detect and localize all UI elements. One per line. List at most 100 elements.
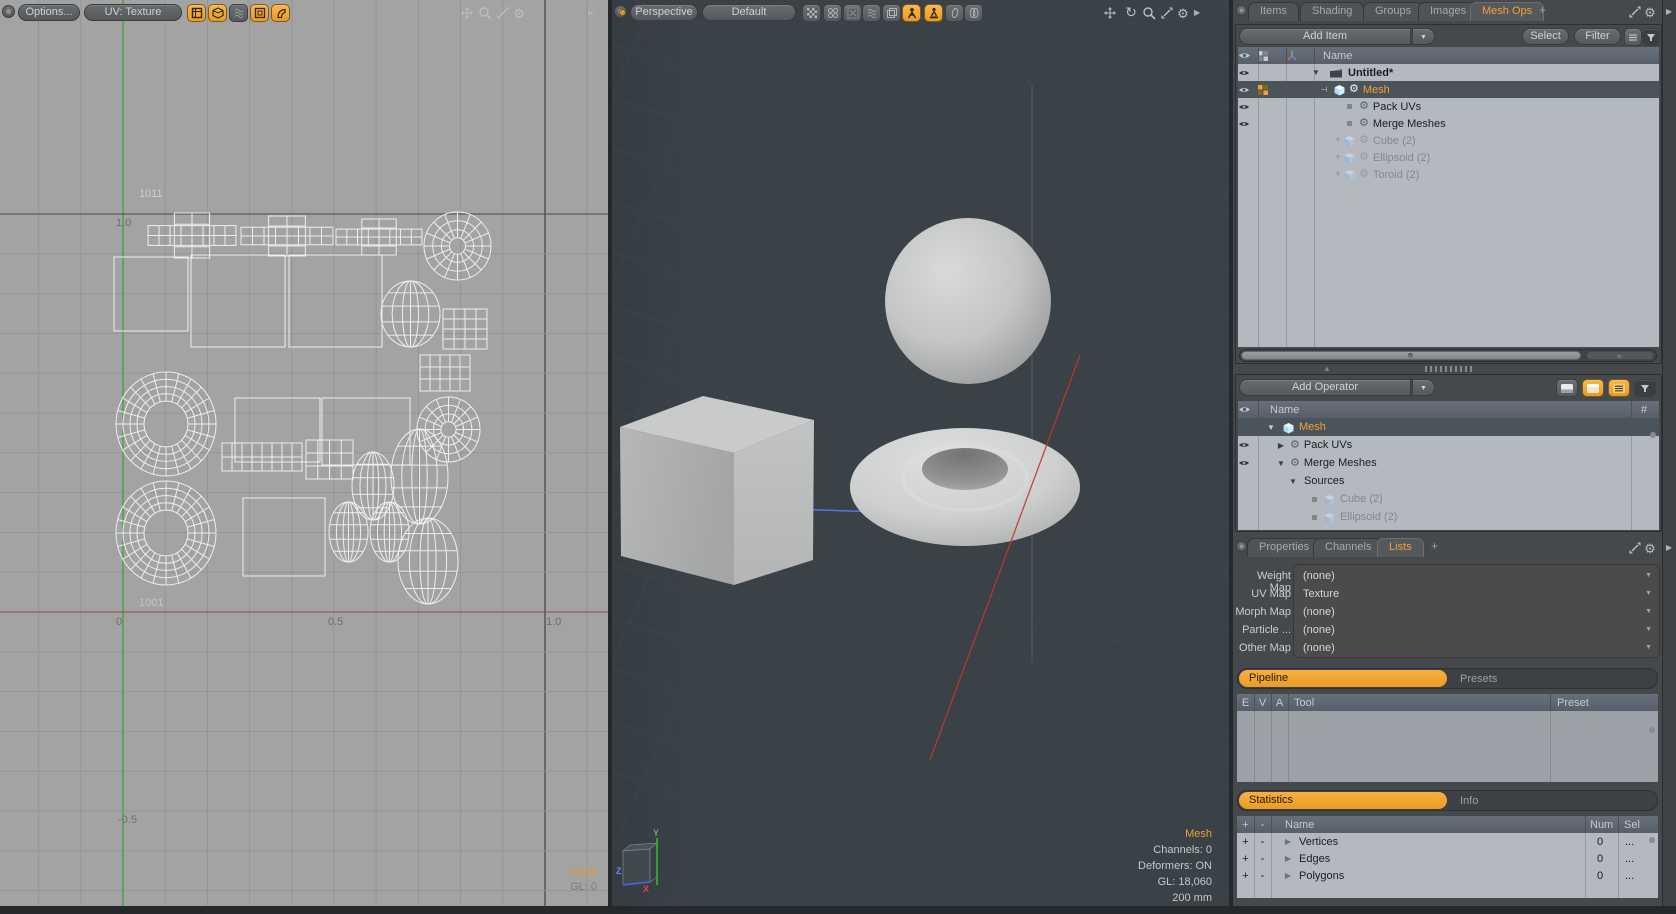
viewport-settings-gear-icon[interactable]: ⚙ — [1174, 4, 1192, 22]
op-row-cube[interactable]: Cube (2) — [1238, 490, 1659, 508]
uv-mode-dropdown[interactable]: UV: Texture — [84, 4, 182, 21]
tab-channels[interactable]: Channels — [1313, 538, 1383, 557]
sidebar-menu-button[interactable] — [1236, 5, 1247, 16]
uv-island[interactable] — [222, 443, 302, 471]
splitter-arrow-icon[interactable]: ▲ — [1323, 364, 1331, 373]
stat-expand-button[interactable]: + — [1237, 870, 1254, 882]
lens-shape-icon[interactable] — [945, 4, 964, 22]
tab-properties[interactable]: Properties — [1247, 538, 1321, 557]
ghost-layers-icon[interactable] — [882, 4, 901, 22]
expand-plus-icon[interactable]: + — [1333, 169, 1343, 180]
strip-flyout-arrow-icon[interactable]: ▶ — [1666, 7, 1672, 16]
vscroll-nub[interactable] — [1649, 727, 1655, 733]
render-check-icon[interactable] — [1258, 85, 1286, 95]
cube-object[interactable] — [620, 396, 814, 585]
viewport-zoom-icon[interactable] — [1140, 4, 1158, 22]
uv-settings-gear-icon[interactable]: ⚙ — [510, 4, 528, 22]
other-map-value[interactable]: (none) — [1303, 642, 1335, 654]
tab-groups[interactable]: Groups — [1363, 2, 1423, 21]
eye-icon[interactable] — [1238, 441, 1258, 449]
weight-map-dropdown-icon[interactable]: ▼ — [1645, 572, 1652, 579]
lists-gear-icon[interactable]: ⚙ — [1641, 539, 1659, 557]
tab-shading[interactable]: Shading — [1300, 2, 1364, 21]
expand-arrow-icon[interactable]: ▶ — [1283, 871, 1293, 880]
shading-mode-dropdown[interactable]: Default — [702, 4, 796, 21]
uv-island[interactable] — [381, 281, 440, 347]
uv-shell-toggle-icon[interactable] — [271, 4, 290, 22]
tab-presets[interactable]: Presets — [1460, 671, 1497, 687]
uv-waves-toggle-icon[interactable] — [229, 4, 248, 22]
panel-separator[interactable] — [608, 0, 612, 906]
expand-arrow-icon[interactable]: ▶ — [1276, 441, 1286, 450]
uv-island[interactable] — [443, 309, 487, 349]
uv-island[interactable] — [241, 216, 333, 256]
filter-button[interactable]: Filter — [1574, 28, 1621, 45]
tab-info[interactable]: Info — [1460, 793, 1478, 809]
operator-filter-funnel-icon[interactable] — [1634, 379, 1656, 397]
op-row-merge-meshes[interactable]: ▼ ⚙ Merge Meshes — [1238, 454, 1659, 472]
tab-statistics[interactable]: Statistics — [1239, 792, 1447, 809]
select-button[interactable]: Select — [1522, 28, 1569, 45]
add-operator-button[interactable]: Add Operator — [1239, 379, 1411, 396]
sidebar-gear-icon[interactable]: ⚙ — [1641, 3, 1659, 21]
uv-cube-toggle-icon[interactable] — [208, 4, 227, 22]
viewport-flyout-arrow-icon[interactable]: ▶ — [1194, 8, 1200, 17]
op-row-ellipsoid[interactable]: Ellipsoid (2) — [1238, 508, 1659, 526]
uv-island[interactable] — [243, 498, 325, 576]
uv-island[interactable] — [352, 452, 394, 520]
uv-island[interactable] — [116, 372, 216, 476]
statue-person-icon[interactable] — [924, 4, 943, 22]
uv-zoom-icon[interactable] — [476, 4, 494, 22]
uv-grid-toggle-icon[interactable] — [187, 4, 206, 22]
item-row-untitled[interactable]: ▼ Untitled* — [1238, 64, 1659, 81]
uv-square-toggle-icon[interactable] — [250, 4, 269, 22]
uv-island[interactable] — [322, 398, 410, 465]
uv-island[interactable] — [148, 213, 236, 258]
expand-plus-icon[interactable]: + — [1333, 152, 1343, 163]
collapse-arrow-icon[interactable]: ▼ — [1266, 423, 1276, 432]
morph-map-dropdown-icon[interactable]: ▼ — [1645, 608, 1652, 615]
uv-island[interactable] — [424, 212, 491, 280]
add-operator-arrow-button[interactable]: ▼ — [1412, 379, 1435, 396]
uv-island[interactable] — [398, 518, 458, 604]
stat-sel[interactable]: ... — [1625, 853, 1634, 865]
tab-pipeline[interactable]: Pipeline — [1239, 670, 1447, 687]
lists-menu-button[interactable] — [1236, 541, 1247, 552]
actor-person-icon[interactable] — [902, 4, 921, 22]
hscroll-stub[interactable] — [1586, 351, 1654, 360]
item-row-ellipsoid[interactable]: + ⚙ Ellipsoid (2) — [1238, 149, 1659, 166]
eye-icon[interactable] — [1238, 86, 1258, 94]
expand-plus-icon[interactable]: + — [1333, 135, 1343, 146]
viewport-rotate-icon[interactable]: ↻ — [1122, 3, 1140, 21]
double-lens-shape-icon[interactable] — [964, 4, 983, 22]
morph-map-value[interactable]: (none) — [1303, 606, 1335, 618]
vscroll-nub[interactable] — [1650, 432, 1656, 438]
stat-collapse-button[interactable]: - — [1254, 870, 1271, 882]
item-row-pack-uvs[interactable]: ⚙ Pack UVs — [1238, 98, 1659, 115]
op-row-sources[interactable]: ▼ Sources — [1238, 472, 1659, 490]
stat-row-vertices[interactable]: + - ▶ Vertices 0 ... — [1237, 833, 1658, 850]
uv-island[interactable] — [116, 481, 216, 585]
uv-options-button[interactable]: Options... — [18, 4, 80, 21]
eye-icon[interactable] — [1238, 459, 1258, 467]
add-item-button[interactable]: Add Item — [1239, 28, 1411, 45]
other-map-dropdown-icon[interactable]: ▼ — [1645, 644, 1652, 651]
header-render-check-icon[interactable] — [1258, 51, 1286, 61]
stat-collapse-button[interactable]: - — [1254, 853, 1271, 865]
viewport-pan-icon[interactable] — [1101, 4, 1119, 22]
quad-dots-icon[interactable] — [823, 4, 842, 22]
stat-sel[interactable]: ... — [1625, 836, 1634, 848]
eye-icon[interactable] — [1238, 120, 1258, 128]
close-x-icon[interactable] — [843, 4, 862, 22]
tab-lists-add[interactable]: + — [1425, 538, 1444, 557]
collapse-arrow-icon[interactable]: ▼ — [1276, 459, 1286, 468]
item-row-merge-meshes[interactable]: ⚙ Merge Meshes — [1238, 115, 1659, 132]
header-axis-icon[interactable] — [1286, 50, 1314, 62]
wireframe-waves-icon[interactable] — [862, 4, 881, 22]
hscroll-thumb[interactable] — [1241, 351, 1581, 360]
weight-map-value[interactable]: (none) — [1303, 570, 1335, 582]
uv-map-value[interactable]: Texture — [1303, 588, 1339, 600]
list-view-icon[interactable] — [1608, 379, 1630, 397]
eye-icon[interactable] — [1238, 69, 1258, 77]
stat-expand-button[interactable]: + — [1237, 853, 1254, 865]
